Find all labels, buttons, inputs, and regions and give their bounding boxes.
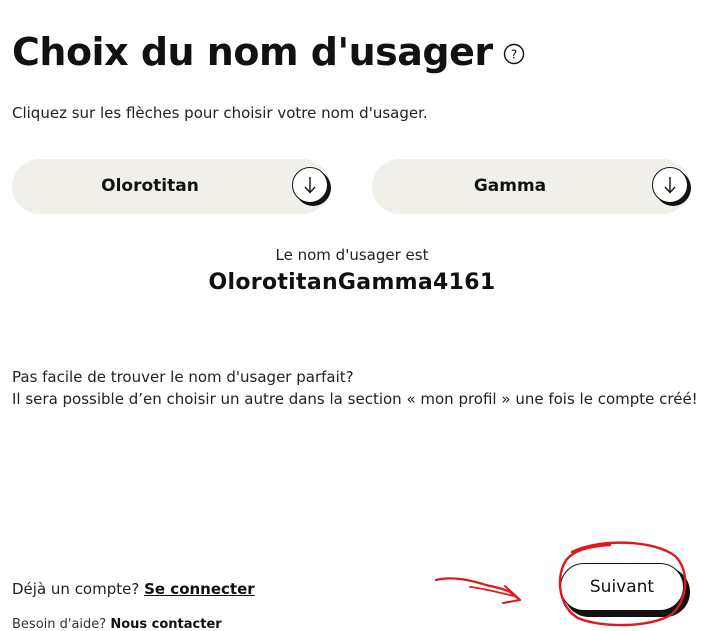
instruction-text: Cliquez sur les flèches pour choisir vot… (12, 104, 428, 122)
username-choice-page: Choix du nom d'usager ? Cliquez sur les … (0, 0, 710, 631)
first-word-selector: Olorotitan (12, 159, 332, 214)
hint-line-2: Il sera possible d’en choisir un autre d… (12, 390, 698, 408)
question-circle-icon[interactable]: ? (503, 43, 525, 65)
account-prompt: Déjà un compte? (12, 580, 140, 598)
second-word-value: Gamma (473, 176, 547, 196)
second-word-selector: Gamma (372, 159, 692, 214)
svg-text:?: ? (510, 48, 516, 62)
annotation-overlay (434, 541, 687, 627)
first-word-next-button[interactable] (292, 167, 332, 207)
username-caption: Le nom d'usager est (275, 246, 429, 264)
page-title: Choix du nom d'usager (12, 30, 493, 74)
generated-username: OlorotitanGamma4161 (208, 270, 496, 295)
next-button-wrap: Suivant (560, 563, 692, 619)
contact-link[interactable]: Nous contacter (110, 617, 221, 631)
second-word-next-button[interactable] (652, 167, 692, 207)
title-row: Choix du nom d'usager ? (12, 26, 525, 78)
first-word-value: Olorotitan (101, 176, 199, 196)
next-button[interactable]: Suivant (560, 563, 684, 611)
help-prompt: Besoin d'aide? Nous contacter (12, 617, 222, 631)
annotation-arrow (434, 577, 522, 602)
annotation-arrow-tail (469, 586, 515, 597)
login-link[interactable]: Se connecter (144, 580, 255, 598)
arrow-down-icon (292, 167, 328, 203)
hint-line-1: Pas facile de trouver le nom d'usager pa… (12, 368, 354, 386)
annotation-arrowhead (502, 585, 521, 604)
arrow-down-icon (652, 167, 688, 203)
hint-text: Pas facile de trouver le nom d'usager pa… (12, 366, 698, 410)
help-prompt-text: Besoin d'aide? (12, 617, 107, 631)
login-prompt: Déjà un compte? Se connecter (12, 580, 255, 598)
